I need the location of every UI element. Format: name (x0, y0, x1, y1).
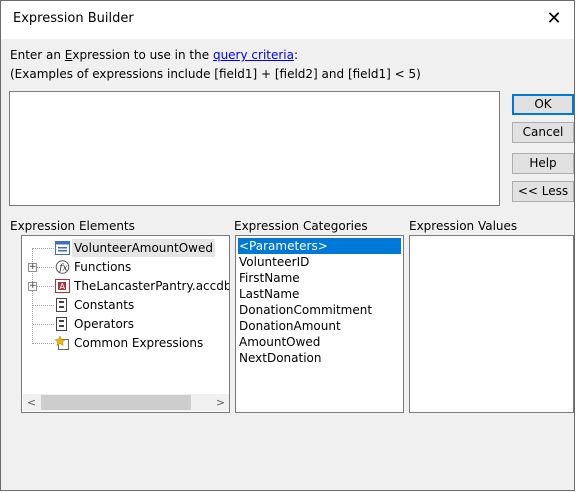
tree-item[interactable]: VolunteerAmountOwed (22, 239, 227, 257)
tree-item[interactable]: Common Expressions (22, 334, 227, 352)
expression-builder-dialog: Expression Builder ✕ Enter an Expression… (0, 0, 575, 491)
scrollbar-thumb[interactable] (41, 395, 191, 410)
expression-categories-list[interactable]: <Parameters> VolunteerID FirstName LastName… (235, 235, 404, 413)
less-button[interactable]: << Less (512, 181, 574, 202)
tree-connector (33, 324, 54, 325)
tree-item[interactable]: + A TheLancasterPantry.accdb (22, 277, 230, 295)
expression-elements-tree[interactable]: VolunteerAmountOwed + fx Functions + A TheLanc… (21, 235, 230, 413)
category-item[interactable]: FirstName (238, 270, 300, 286)
expression-textbox[interactable] (9, 91, 500, 206)
tree-connector (33, 248, 54, 249)
scroll-left-icon[interactable]: < (23, 394, 40, 411)
tree-connector (33, 343, 54, 344)
expression-values-label: Expression Values (409, 219, 518, 233)
prompt-line-1: Enter an Expression to use in the query … (10, 48, 298, 62)
expand-icon[interactable]: + (28, 263, 37, 272)
scroll-right-icon[interactable]: > (212, 394, 229, 411)
prompt-text-suffix: : (293, 48, 299, 62)
tree-item-label: Common Expressions (74, 336, 204, 350)
category-item[interactable]: DonationAmount (238, 318, 341, 334)
title-bar: Expression Builder ✕ (1, 1, 574, 39)
tree-connector (37, 267, 54, 268)
category-item[interactable]: LastName (238, 286, 299, 302)
prompt-text-prefix: Enter an (10, 48, 65, 62)
window-title: Expression Builder (13, 11, 134, 26)
expression-categories-label: Expression Categories (234, 219, 368, 233)
tree-item-label: TheLancasterPantry.accdb (74, 279, 230, 293)
cancel-button[interactable]: Cancel (512, 122, 574, 143)
form-icon (55, 241, 70, 255)
tree-item[interactable]: Operators (22, 315, 227, 333)
category-item[interactable]: NextDonation (238, 350, 321, 366)
category-item[interactable]: DonationCommitment (238, 302, 372, 318)
tree-item-label: VolunteerAmountOwed (72, 239, 215, 257)
tree-item[interactable]: Constants (22, 296, 227, 314)
ok-button[interactable]: OK (512, 94, 574, 115)
category-item[interactable]: <Parameters> (238, 238, 401, 254)
query-criteria-link[interactable]: query criteria (213, 48, 294, 62)
prompt-text-mid: xpression to use in the (72, 48, 213, 62)
function-icon: fx (55, 260, 70, 274)
horizontal-scrollbar[interactable]: < > (23, 394, 229, 411)
expand-icon[interactable]: + (28, 282, 37, 291)
operators-icon (55, 317, 70, 331)
help-button[interactable]: Help (512, 153, 574, 174)
expression-values-list[interactable] (409, 235, 574, 413)
tree-connector (33, 305, 54, 306)
category-item[interactable]: AmountOwed (238, 334, 320, 350)
database-icon: A (55, 279, 70, 293)
common-expressions-icon (54, 335, 70, 350)
close-icon[interactable]: ✕ (542, 7, 566, 31)
prompt-line-2: (Examples of expressions include [field1… (10, 67, 421, 81)
tree-item-label: Operators (74, 317, 134, 331)
expression-elements-label: Expression Elements (10, 219, 135, 233)
tree-item-label: Functions (74, 260, 132, 274)
svg-text:A: A (60, 282, 66, 291)
tree-item[interactable]: + fx Functions (22, 258, 227, 276)
tree-connector (37, 286, 54, 287)
svg-text:fx: fx (58, 264, 67, 274)
category-item[interactable]: VolunteerID (238, 254, 309, 270)
constants-icon (55, 298, 70, 312)
tree-item-label: Constants (74, 298, 135, 312)
